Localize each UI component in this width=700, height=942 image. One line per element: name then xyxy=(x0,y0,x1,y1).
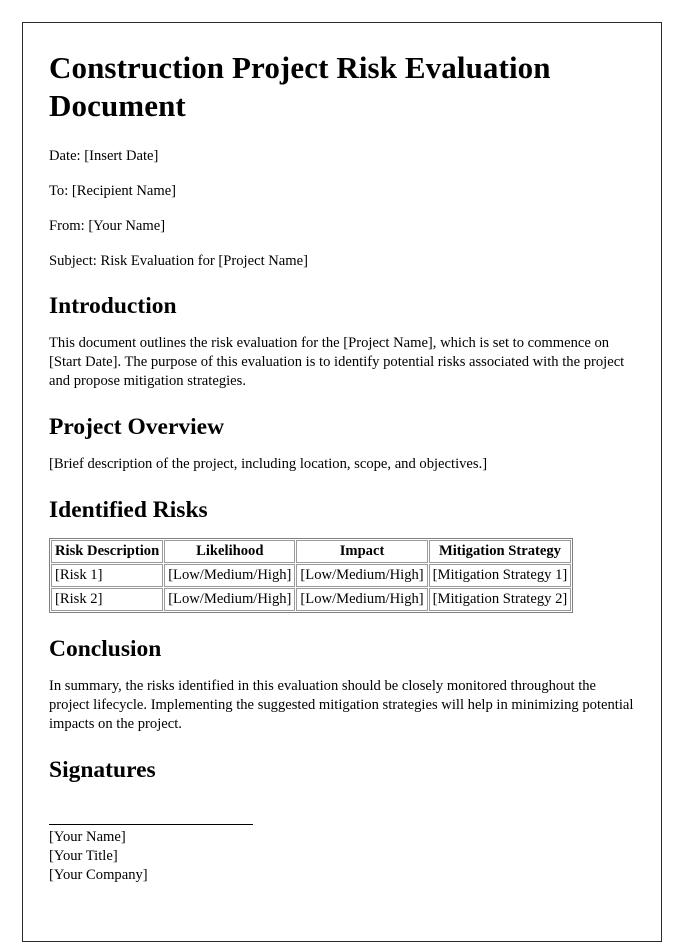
cell-likelihood: [Low/Medium/High] xyxy=(164,564,296,587)
cell-mitigation-strategy: [Mitigation Strategy 2] xyxy=(428,588,572,611)
signature-company: [Your Company] xyxy=(49,867,148,883)
cell-likelihood: [Low/Medium/High] xyxy=(164,588,296,611)
heading-signatures: Signatures xyxy=(49,757,156,783)
introduction-paragraph: This document outlines the risk evaluati… xyxy=(49,335,625,389)
section-signatures: Signatures [Your Name] [Your Title] [You… xyxy=(49,756,635,885)
heading-identified-risks: Identified Risks xyxy=(49,497,208,523)
cell-risk-description: [Risk 2] xyxy=(51,588,164,611)
heading-conclusion: Conclusion xyxy=(49,636,162,662)
cell-mitigation-strategy: [Mitigation Strategy 1] xyxy=(428,564,572,587)
signature-block: [Your Name] [Your Title] [Your Company] xyxy=(49,814,635,885)
conclusion-paragraph: In summary, the risks identified in this… xyxy=(49,678,634,732)
meta-recipient: To: [Recipient Name] xyxy=(49,183,177,199)
meta-subject: Subject: Risk Evaluation for [Project Na… xyxy=(49,253,308,269)
heading-project-overview: Project Overview xyxy=(49,414,225,440)
section-identified-risks: Identified Risks Risk Description Likeli… xyxy=(49,496,635,613)
cell-impact: [Low/Medium/High] xyxy=(296,588,428,611)
page-title: Construction Project Risk Evaluation Doc… xyxy=(49,50,551,123)
section-introduction: Introduction This document outlines the … xyxy=(49,292,635,391)
meta-sender: From: [Your Name] xyxy=(49,218,166,234)
column-header-impact: Impact xyxy=(296,540,428,563)
cell-impact: [Low/Medium/High] xyxy=(296,564,428,587)
column-header-risk-description: Risk Description xyxy=(51,540,164,563)
column-header-likelihood: Likelihood xyxy=(164,540,296,563)
signature-name: [Your Name] xyxy=(49,829,126,845)
signature-title: [Your Title] xyxy=(49,848,118,864)
document-page: Construction Project Risk Evaluation Doc… xyxy=(22,22,662,942)
column-header-mitigation-strategy: Mitigation Strategy xyxy=(428,540,572,563)
heading-introduction: Introduction xyxy=(49,293,177,319)
table-row: [Risk 2] [Low/Medium/High] [Low/Medium/H… xyxy=(51,588,572,611)
project-overview-paragraph: [Brief description of the project, inclu… xyxy=(49,456,488,472)
meta-date: Date: [Insert Date] xyxy=(49,148,159,164)
cell-risk-description: [Risk 1] xyxy=(51,564,164,587)
section-project-overview: Project Overview [Brief description of t… xyxy=(49,413,635,474)
table-header-row: Risk Description Likelihood Impact Mitig… xyxy=(51,540,572,563)
table-row: [Risk 1] [Low/Medium/High] [Low/Medium/H… xyxy=(51,564,572,587)
signature-rule xyxy=(49,814,253,825)
document-metadata: Date: [Insert Date] To: [Recipient Name]… xyxy=(49,147,635,270)
section-conclusion: Conclusion In summary, the risks identif… xyxy=(49,635,635,734)
identified-risks-table: Risk Description Likelihood Impact Mitig… xyxy=(49,538,574,613)
